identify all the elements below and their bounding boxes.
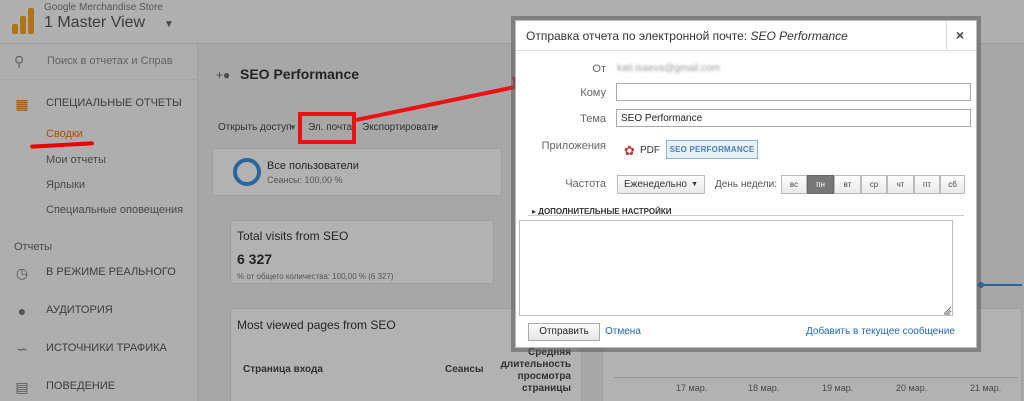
from-value: kati.isaeva@gmail.com xyxy=(617,63,720,74)
dialog-title-report: SEO Performance xyxy=(750,29,848,43)
day-button-wed[interactable]: ср xyxy=(861,175,887,194)
frequency-select[interactable]: Еженедельно ▼ xyxy=(617,175,705,194)
attachments-label: Приложения xyxy=(541,140,606,152)
annotation-highlight-box xyxy=(298,112,356,144)
message-textarea[interactable] xyxy=(519,220,953,316)
add-to-existing-link[interactable]: Добавить в текущее сообщение xyxy=(806,326,955,337)
email-report-dialog: Отправка отчета по электронной почте: SE… xyxy=(515,20,977,348)
frequency-value: Еженедельно xyxy=(624,179,687,190)
day-button-mon[interactable]: пн xyxy=(807,175,834,194)
day-button-fri[interactable]: пт xyxy=(914,175,940,194)
resize-grip-icon[interactable]: ◢ xyxy=(944,307,950,316)
day-button-sat[interactable]: сб xyxy=(940,175,965,194)
pdf-label: PDF xyxy=(640,145,660,156)
send-button[interactable]: Отправить xyxy=(528,323,600,341)
close-icon[interactable]: × xyxy=(950,27,970,45)
caret-down-icon: ▼ xyxy=(691,181,698,188)
cancel-link[interactable]: Отмена xyxy=(605,326,641,337)
dialog-header: Отправка отчета по электронной почте: SE… xyxy=(516,21,976,51)
dialog-title: Отправка отчета по электронной почте: SE… xyxy=(526,29,848,43)
subject-label: Тема xyxy=(580,113,606,125)
subject-input[interactable] xyxy=(616,109,971,127)
day-button-sun[interactable]: вс xyxy=(781,175,807,194)
divider xyxy=(528,215,964,216)
pdf-icon: ✿ xyxy=(624,143,635,158)
divider xyxy=(946,21,947,51)
day-of-week-label: День недели: xyxy=(715,179,777,190)
attachment-badge[interactable]: SEO PERFORMANCE xyxy=(666,140,758,159)
to-input[interactable] xyxy=(616,83,971,101)
from-label: От xyxy=(592,63,606,75)
day-button-thu[interactable]: чт xyxy=(887,175,914,194)
to-label: Кому xyxy=(580,87,606,99)
frequency-label: Частота xyxy=(565,178,606,190)
day-button-tue[interactable]: вт xyxy=(834,175,861,194)
